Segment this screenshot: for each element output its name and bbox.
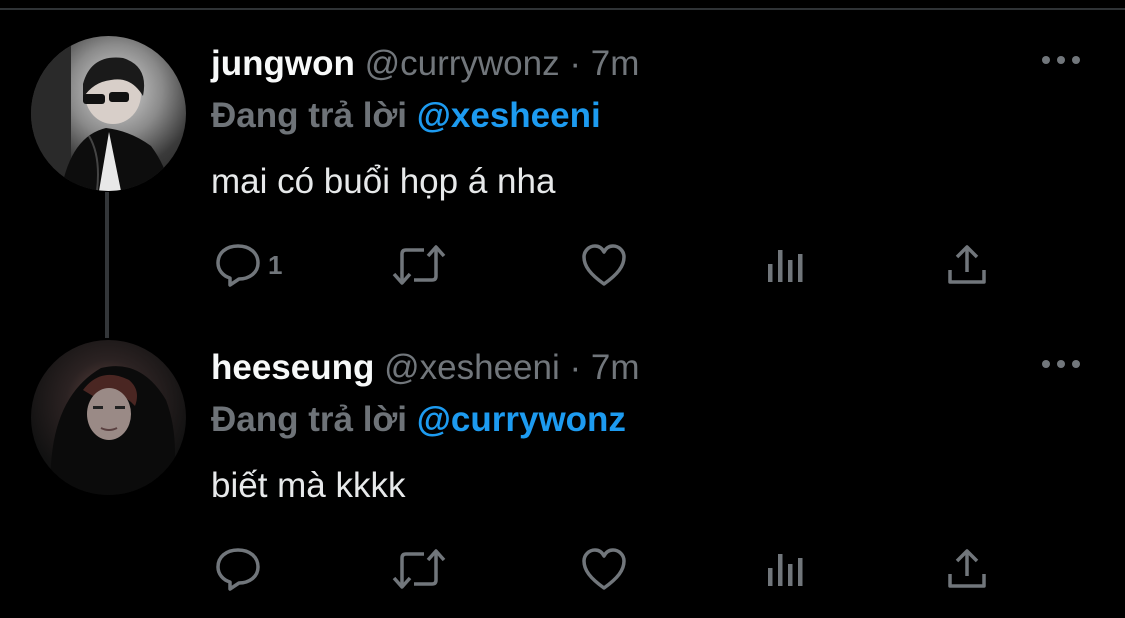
tweet-text: biết mà kkkk (211, 466, 406, 505)
more-options-button[interactable] (1038, 50, 1084, 70)
reply-button[interactable]: 1 (214, 240, 282, 290)
more-options-button[interactable] (1038, 354, 1084, 374)
timestamp[interactable]: 7m (591, 348, 640, 387)
tweet-actions: 1 (0, 240, 1125, 290)
like-icon (582, 244, 626, 286)
timestamp[interactable]: 7m (591, 44, 640, 83)
analytics-button[interactable] (764, 544, 808, 594)
share-icon (948, 245, 986, 284)
like-button[interactable] (580, 240, 628, 290)
replying-to-label: Đang trả lời (211, 96, 408, 135)
avatar[interactable] (31, 36, 186, 191)
tweet-actions (0, 544, 1125, 594)
reply-icon (216, 244, 260, 287)
replying-to-label: Đang trả lời (211, 400, 408, 439)
separator-dot: · (569, 44, 581, 83)
reply-count: 1 (268, 249, 283, 280)
analytics-icon (768, 554, 803, 586)
display-name[interactable]: jungwon (211, 44, 355, 83)
user-handle[interactable]: @currywonz (365, 44, 560, 83)
reply-button[interactable] (214, 544, 268, 594)
reply-icon (216, 548, 260, 591)
mention-link[interactable]: @currywonz (417, 400, 626, 439)
retweet-icon (392, 549, 446, 589)
retweet-icon (392, 245, 446, 285)
share-icon (948, 549, 986, 588)
like-icon (582, 548, 626, 590)
more-icon (1042, 360, 1080, 368)
display-name[interactable]: heeseung (211, 348, 374, 387)
share-button[interactable] (944, 240, 990, 290)
more-icon (1042, 56, 1080, 64)
tweet-text: mai có buổi họp á nha (211, 162, 556, 201)
analytics-icon (768, 250, 803, 282)
tweet-header: heeseung @xesheeni · 7m (211, 348, 640, 388)
user-handle[interactable]: @xesheeni (384, 348, 560, 387)
separator-dot: · (569, 348, 582, 387)
share-button[interactable] (944, 544, 990, 594)
retweet-button[interactable] (390, 544, 448, 594)
retweet-button[interactable] (390, 240, 448, 290)
analytics-button[interactable] (764, 240, 808, 290)
tweet-header: jungwon @currywonz · 7m (211, 44, 639, 84)
mention-link[interactable]: @xesheeni (417, 96, 601, 135)
top-divider (0, 8, 1125, 10)
replying-to: Đang trả lời @currywonz (211, 400, 626, 440)
replying-to: Đang trả lời @xesheeni (211, 96, 601, 136)
like-button[interactable] (580, 544, 628, 594)
avatar[interactable] (31, 340, 186, 495)
